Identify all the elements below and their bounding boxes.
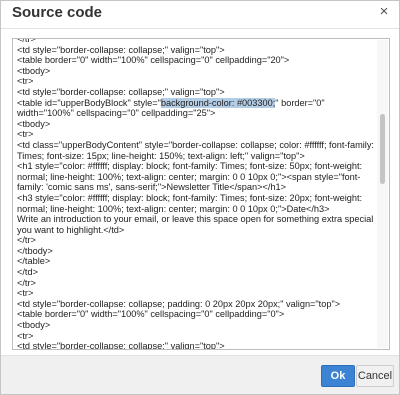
- close-icon[interactable]: ×: [376, 4, 392, 20]
- code-after-selection: " border="0" width="100%" cellspacing="0…: [17, 97, 374, 350]
- source-code-dialog: Source code × </tr> <td style="border-co…: [0, 0, 400, 395]
- selected-text: background-color: #003300;: [160, 97, 276, 108]
- ok-button[interactable]: Ok: [321, 365, 355, 387]
- dialog-footer: Ok Cancel: [1, 355, 399, 394]
- scrollbar-thumb[interactable]: [380, 114, 385, 184]
- vertical-scrollbar[interactable]: [377, 40, 388, 348]
- dialog-body: </tr> <td style="border-collapse: collap…: [1, 29, 399, 356]
- cancel-button[interactable]: Cancel: [356, 365, 394, 387]
- dialog-title: Source code: [12, 4, 103, 21]
- source-code-textarea[interactable]: </tr> <td style="border-collapse: collap…: [12, 38, 390, 350]
- source-code-content[interactable]: </tr> <td style="border-collapse: collap…: [17, 39, 375, 350]
- dialog-titlebar: Source code ×: [1, 1, 399, 29]
